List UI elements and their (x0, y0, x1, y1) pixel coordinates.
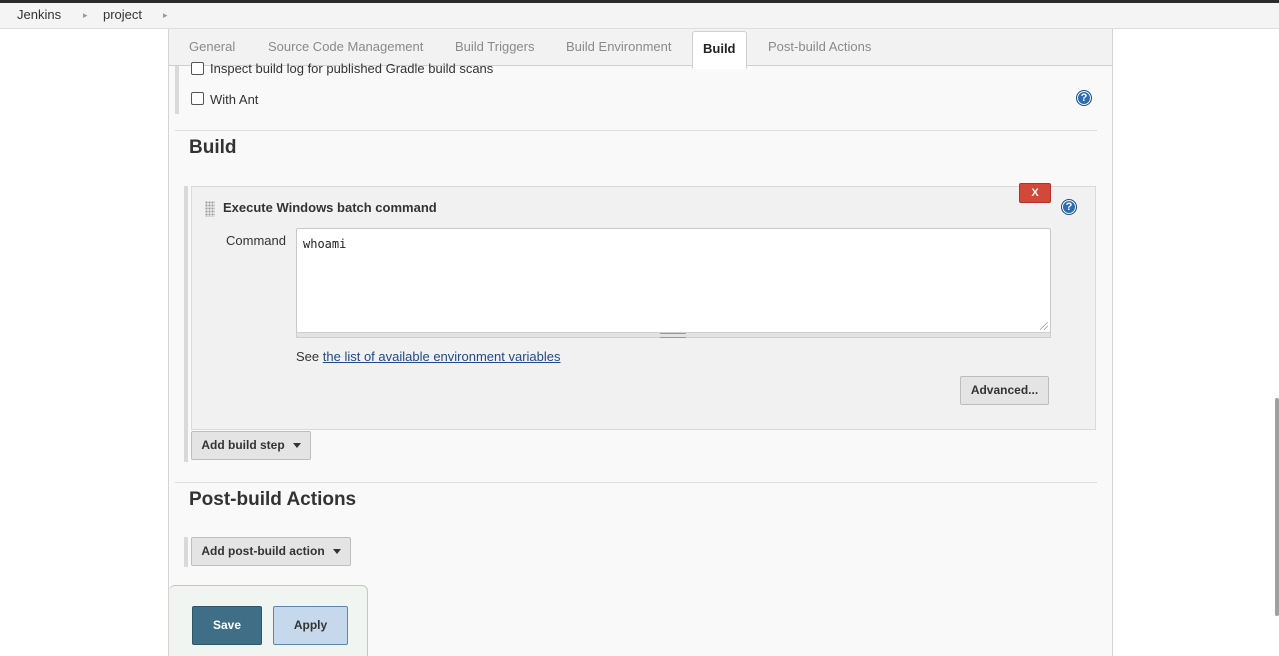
config-page: General Source Code Management Build Tri… (168, 29, 1113, 656)
section-divider (175, 130, 1097, 131)
gradle-scans-checkbox[interactable] (191, 62, 204, 75)
build-section-title: Build (189, 137, 237, 158)
caret-down-icon (292, 443, 301, 449)
breadcrumb-item-project[interactable]: project (103, 7, 142, 22)
form-buttons-panel: Save Apply (169, 585, 368, 656)
question-circle-icon[interactable]: ? (1061, 199, 1077, 215)
build-steps-indent-bar (184, 186, 188, 462)
tab-build-triggers[interactable]: Build Triggers (455, 29, 534, 65)
add-build-step-button[interactable]: Add build step (191, 431, 311, 460)
add-post-build-action-label: Add post-build action (201, 544, 325, 558)
gradle-scans-label: Inspect build log for published Gradle b… (210, 61, 494, 76)
resize-grip-icon[interactable] (1040, 322, 1048, 330)
question-circle-icon[interactable]: ? (1076, 90, 1092, 106)
build-step-title: Execute Windows batch command (223, 200, 437, 215)
command-label: Command (226, 233, 286, 248)
tab-post-build-actions[interactable]: Post-build Actions (768, 29, 871, 65)
command-textarea[interactable]: whoami (296, 228, 1051, 333)
tab-source-code-management[interactable]: Source Code Management (268, 29, 423, 65)
breadcrumb: Jenkins ▸ project ▸ (0, 3, 1279, 29)
save-button[interactable]: Save (192, 606, 262, 645)
tab-build[interactable]: Build (692, 31, 747, 69)
apply-button[interactable]: Apply (273, 606, 348, 645)
build-step-execute-windows-batch: Execute Windows batch command X ? Comman… (191, 183, 1096, 430)
section-divider (175, 482, 1097, 483)
vertical-scrollbar[interactable] (1275, 398, 1279, 616)
add-build-step-label: Add build step (201, 438, 285, 452)
resize-handle-icon (660, 333, 686, 338)
breadcrumb-item-jenkins[interactable]: Jenkins (17, 7, 61, 22)
with-ant-checkbox[interactable] (191, 92, 204, 105)
post-build-indent-bar (184, 537, 188, 567)
with-ant-label: With Ant (210, 92, 259, 107)
tab-general[interactable]: General (189, 29, 235, 65)
drag-handle-icon[interactable] (205, 201, 215, 217)
textarea-resize-bar[interactable] (296, 332, 1051, 338)
breadcrumb-separator-icon[interactable]: ▸ (163, 10, 168, 21)
breadcrumb-separator-icon[interactable]: ▸ (83, 10, 88, 21)
advanced-button[interactable]: Advanced... (960, 376, 1049, 405)
delete-step-button[interactable]: X (1019, 183, 1051, 203)
command-value: whoami (303, 237, 347, 251)
env-vars-link[interactable]: the list of available environment variab… (323, 349, 561, 364)
caret-down-icon (332, 549, 341, 555)
env-vars-hint: See the list of available environment va… (296, 349, 561, 364)
post-build-section-title: Post-build Actions (189, 489, 357, 510)
add-post-build-action-button[interactable]: Add post-build action (191, 537, 351, 566)
section-indent-bar (175, 66, 179, 114)
see-text: See (296, 349, 320, 364)
tab-build-environment[interactable]: Build Environment (566, 29, 672, 65)
